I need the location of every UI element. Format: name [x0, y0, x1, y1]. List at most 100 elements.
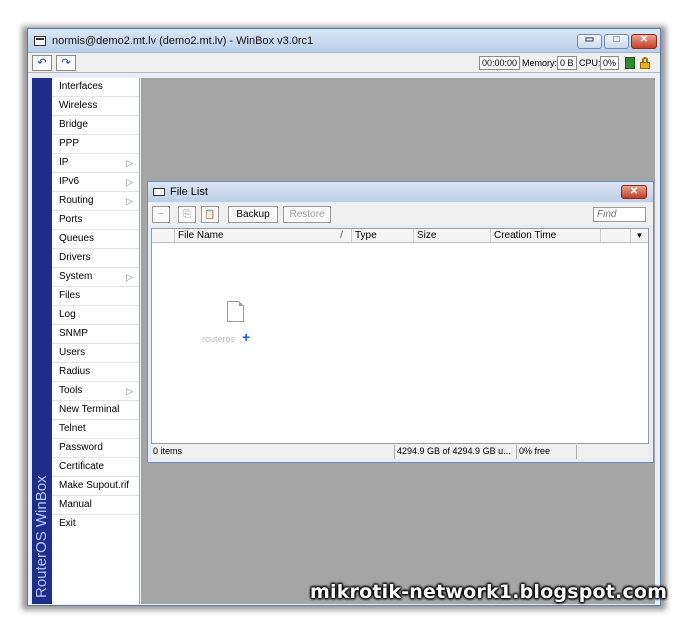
submenu-arrow-icon: ▷	[126, 272, 133, 282]
submenu-arrow-icon: ▷	[126, 196, 133, 206]
sidebar-item-label: Files	[59, 290, 81, 301]
column-file-name[interactable]: File Name	[175, 229, 352, 242]
window-title: normis@demo2.mt.lv (demo2.mt.lv) - WinBo…	[52, 35, 314, 47]
cpu-field: 0%	[600, 56, 620, 70]
watermark-text: mikrotik-network1.blogspot.com	[310, 581, 668, 603]
copy-icon: ⎘	[183, 209, 191, 220]
column-type[interactable]: Type	[352, 229, 414, 242]
find-input[interactable]	[593, 207, 646, 222]
sidebar-item-ipv6[interactable]: IPv6 ▷	[52, 173, 139, 192]
restore-button[interactable]: Restore	[283, 206, 331, 223]
file-list-close-button[interactable]: ✕	[621, 185, 647, 199]
memory-field: 0 B	[557, 56, 577, 70]
remove-button[interactable]: −	[152, 206, 170, 223]
redo-icon: ↷	[61, 57, 71, 69]
sidebar-item-label: Tools	[59, 385, 83, 396]
brand-bar: RouterOS WinBox	[32, 78, 52, 604]
sidebar-item-password[interactable]: Password	[52, 439, 139, 458]
minus-icon: −	[158, 209, 164, 220]
sidebar-item-snmp[interactable]: SNMP	[52, 325, 139, 344]
sidebar-item-wireless[interactable]: Wireless	[52, 97, 139, 116]
column-select[interactable]	[152, 229, 175, 242]
lock-icon	[639, 57, 651, 69]
sort-indicator-icon: /	[332, 229, 352, 242]
column-creation-time[interactable]: Creation Time	[491, 229, 601, 242]
column-size[interactable]: Size	[414, 229, 491, 242]
main-toolbar: ↶ ↷ 00:00:00 Memory: 0 B CPU: 0%	[28, 53, 660, 73]
submenu-arrow-icon: ▷	[126, 177, 133, 187]
backup-button[interactable]: Backup	[228, 206, 278, 223]
submenu-arrow-icon: ▷	[126, 158, 133, 168]
sidebar-item-ip[interactable]: IP ▷	[52, 154, 139, 173]
sidebar-item-label: Ports	[59, 214, 83, 225]
sidebar-item-radius[interactable]: Radius	[52, 363, 139, 382]
sidebar-item-label: Users	[59, 347, 86, 358]
file-list-status-bar: 0 items 4294.9 GB of 4294.9 GB u... 0% f…	[151, 443, 649, 459]
sidebar-item-ports[interactable]: Ports	[52, 211, 139, 230]
sidebar-item-users[interactable]: Users	[52, 344, 139, 363]
sidebar-item-interfaces[interactable]: Interfaces	[52, 78, 139, 97]
brand-text: RouterOS WinBox	[33, 475, 50, 598]
sidebar-item-queues[interactable]: Queues	[52, 230, 139, 249]
sidebar-item-label: Drivers	[59, 252, 91, 263]
redo-button[interactable]: ↷	[56, 55, 76, 71]
file-list-toolbar: − ⎘ 📋 Backup Restore	[148, 203, 653, 225]
file-list-window: File List ✕ − ⎘ 📋 Backup Restore File Na…	[147, 181, 654, 463]
sidebar-item-label: System	[59, 271, 93, 282]
sidebar-item-tools[interactable]: Tools ▷	[52, 382, 139, 401]
minimize-button[interactable]: ▭	[577, 34, 602, 49]
file-table[interactable]: File Name / Type Size Creation Time ▼ ro…	[151, 228, 649, 459]
sidebar-item-ppp[interactable]: PPP	[52, 135, 139, 154]
sidebar-item-system[interactable]: System ▷	[52, 268, 139, 287]
sidebar-item-label: New Terminal	[59, 404, 120, 415]
sidebar-item-drivers[interactable]: Drivers	[52, 249, 139, 268]
dragged-file-icon[interactable]	[227, 301, 244, 322]
sidebar-item-label: Queues	[59, 233, 95, 244]
submenu-arrow-icon: ▷	[126, 386, 133, 396]
sidebar-item-telnet[interactable]: Telnet	[52, 420, 139, 439]
sidebar-item-label: Log	[59, 309, 76, 320]
sidebar-item-bridge[interactable]: Bridge	[52, 116, 139, 135]
sidebar-item-certificate[interactable]: Certificate	[52, 458, 139, 477]
sidebar-item-log[interactable]: Log	[52, 306, 139, 325]
copy-button[interactable]: ⎘	[178, 206, 196, 223]
sidebar-item-label: Manual	[59, 499, 92, 510]
uptime-field: 00:00:00	[479, 56, 521, 70]
cpu-label: CPU:	[579, 58, 601, 68]
file-table-header: File Name / Type Size Creation Time ▼	[152, 229, 648, 243]
sidebar-item-label: PPP	[59, 138, 80, 149]
sidebar-item-label: Exit	[59, 518, 76, 529]
minimize-icon: ▭	[584, 34, 595, 45]
close-button[interactable]: ✕	[631, 34, 657, 49]
undo-button[interactable]: ↶	[32, 55, 52, 71]
sidebar-item-new-terminal[interactable]: New Terminal	[52, 401, 139, 420]
close-icon: ✕	[629, 186, 639, 197]
sidebar-item-label: Password	[59, 442, 103, 453]
column-dropdown-icon[interactable]: ▼	[631, 229, 648, 242]
status-free-space: 0% free	[517, 445, 577, 459]
undo-icon: ↶	[37, 57, 47, 69]
drag-copy-plus-icon: +	[242, 329, 251, 345]
maximize-button[interactable]: □	[604, 34, 629, 49]
status-disk-space: 4294.9 GB of 4294.9 GB u...	[395, 445, 517, 459]
title-bar[interactable]: normis@demo2.mt.lv (demo2.mt.lv) - WinBo…	[28, 29, 660, 53]
dragged-file-label: routeros	[202, 334, 236, 344]
sidebar-item-files[interactable]: Files	[52, 287, 139, 306]
close-icon: ✕	[639, 34, 649, 45]
column-extra	[601, 229, 631, 242]
sidebar-item-label: IP	[59, 157, 69, 168]
sidebar-item-make-supout[interactable]: Make Supout.rif	[52, 477, 139, 496]
sidebar-item-label: Telnet	[59, 423, 86, 434]
file-list-title-bar[interactable]: File List ✕	[148, 182, 653, 202]
sidebar-menu: Interfaces Wireless Bridge PPP IP ▷ IPv6 ▷…	[52, 78, 140, 604]
maximize-icon: □	[613, 34, 620, 45]
sidebar-item-label: Routing	[59, 195, 94, 206]
sidebar-item-label: Interfaces	[59, 81, 103, 92]
paste-button[interactable]: 📋	[201, 206, 219, 223]
winbox-window: normis@demo2.mt.lv (demo2.mt.lv) - WinBo…	[27, 28, 661, 606]
sidebar-item-routing[interactable]: Routing ▷	[52, 192, 139, 211]
sidebar-item-manual[interactable]: Manual	[52, 496, 139, 515]
sidebar-item-exit[interactable]: Exit	[52, 515, 139, 534]
sidebar-item-label: IPv6	[59, 176, 80, 187]
sidebar-item-label: Certificate	[59, 461, 105, 472]
